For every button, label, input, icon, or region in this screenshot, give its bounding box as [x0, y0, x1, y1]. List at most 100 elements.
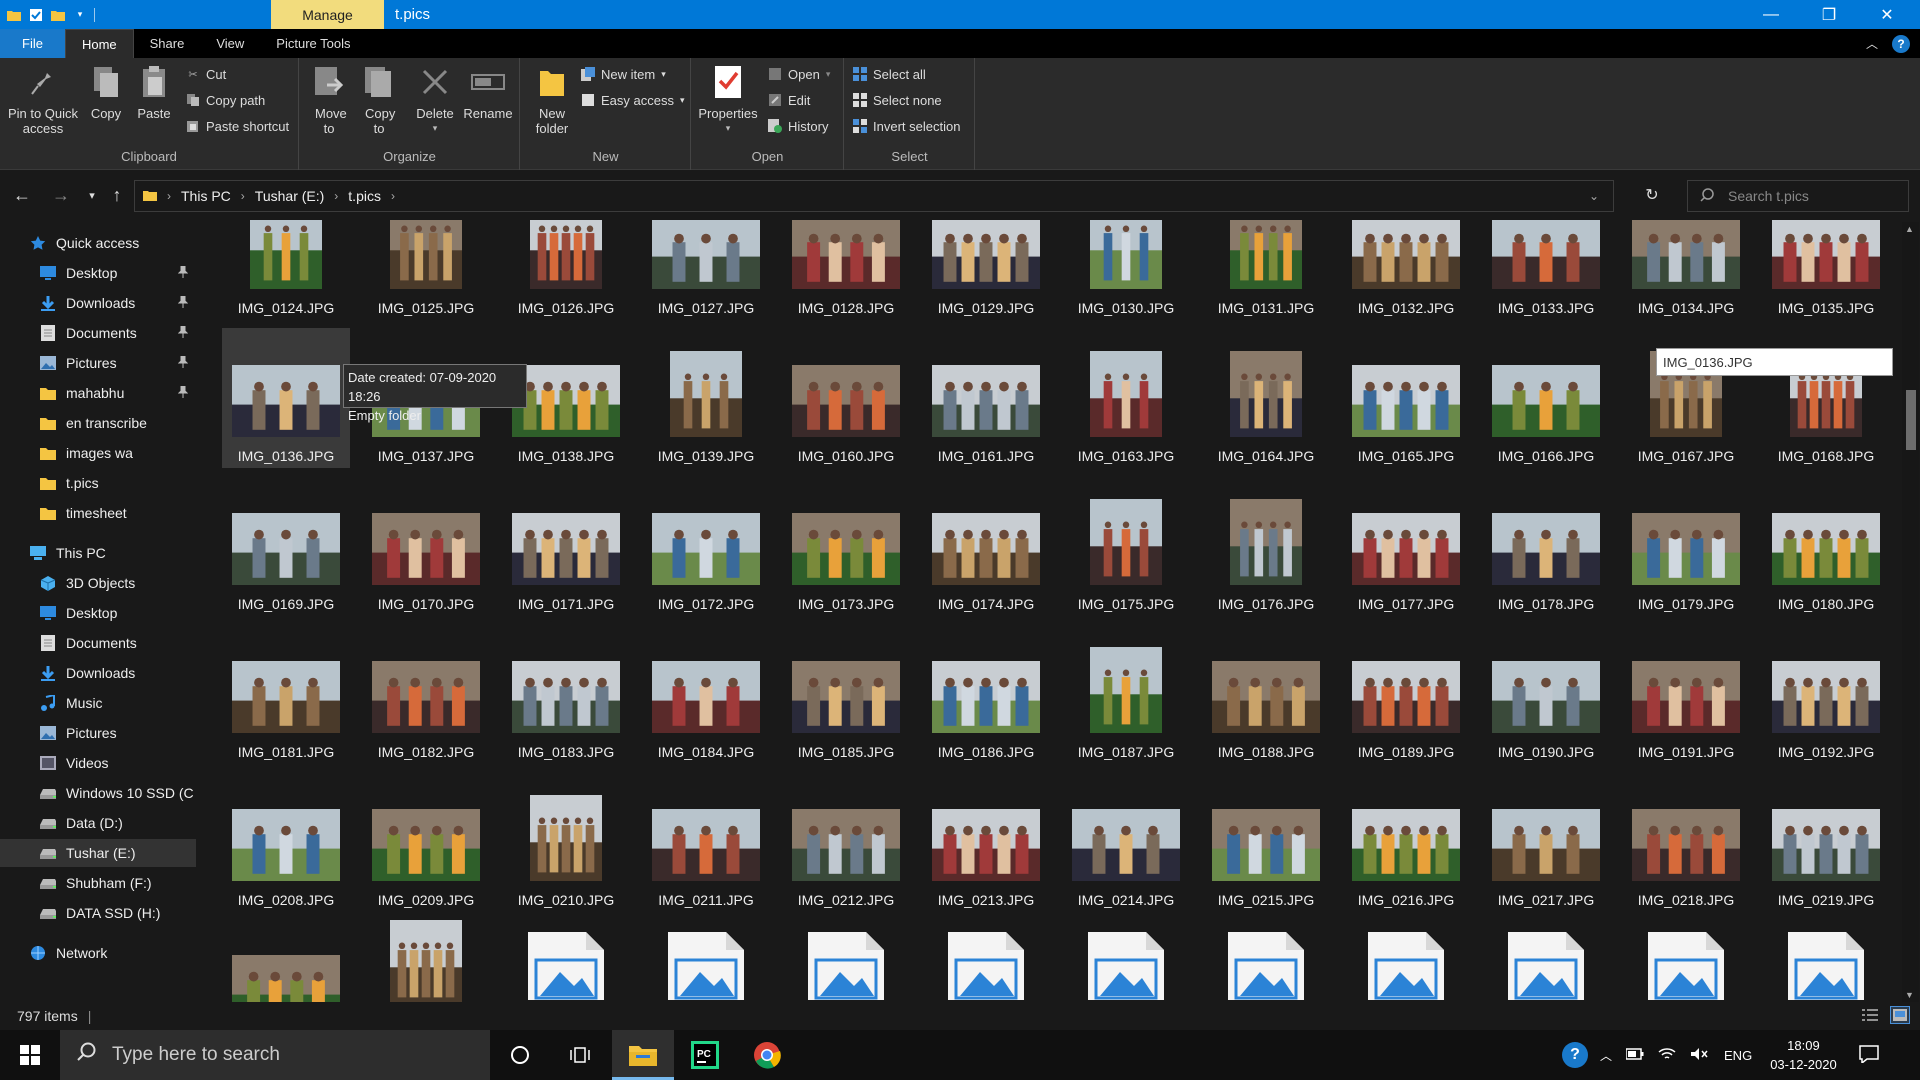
nav-item-music[interactable]: Music [0, 689, 196, 717]
edit-button[interactable]: Edit [768, 90, 810, 110]
file-tile[interactable]: IMG_0187.JPG [1062, 624, 1190, 764]
tab-file[interactable]: File [0, 29, 65, 58]
new-item-button[interactable]: New item ▾ [581, 64, 666, 84]
properties-dropdown-icon[interactable]: ▾ [726, 121, 731, 136]
nav-item-data-d-[interactable]: Data (D:) [0, 809, 196, 837]
nav-item-data-ssd-h-[interactable]: DATA SSD (H:) [0, 899, 196, 927]
file-tile[interactable] [1342, 920, 1470, 1002]
address-bar[interactable]: › This PC › Tushar (E:) › t.pics › ⌄ [134, 180, 1614, 212]
nav-item-en-transcribe[interactable]: en transcribe [0, 409, 196, 437]
tab-home[interactable]: Home [64, 29, 134, 58]
file-tile[interactable]: IMG_0213.JPG [922, 772, 1050, 912]
copy-button[interactable]: Copy [86, 64, 126, 121]
file-tile[interactable] [222, 920, 350, 1002]
file-tile[interactable]: IMG_0170.JPG [362, 476, 490, 616]
nav-item-desktop[interactable]: Desktop [0, 599, 196, 627]
file-tile[interactable]: IMG_0130.JPG [1062, 220, 1190, 320]
file-tile[interactable]: IMG_0124.JPG [222, 220, 350, 320]
nav-item-images-wa[interactable]: images wa [0, 439, 196, 467]
help-icon[interactable]: ? [1892, 34, 1910, 53]
cortana-button[interactable] [498, 1038, 542, 1072]
paste-button[interactable]: Paste [134, 64, 174, 121]
start-button[interactable] [8, 1038, 52, 1072]
up-button[interactable]: ↑ [105, 183, 129, 207]
file-tile[interactable]: IMG_0186.JPG [922, 624, 1050, 764]
file-tile[interactable]: IMG_0166.JPG [1482, 328, 1610, 468]
new-folder-button[interactable]: New folder [529, 64, 575, 136]
properties-button[interactable]: Properties ▾ [698, 64, 758, 136]
nav-item-pictures[interactable]: Pictures [0, 719, 196, 747]
file-tile[interactable] [1762, 920, 1890, 1002]
search-box[interactable]: Search t.pics [1687, 180, 1909, 212]
address-dropdown-icon[interactable]: ⌄ [1589, 189, 1599, 203]
delete-button[interactable]: Delete ▾ [414, 64, 456, 136]
file-tile[interactable]: IMG_0161.JPG [922, 328, 1050, 468]
file-tile[interactable]: IMG_0165.JPG [1342, 328, 1470, 468]
invert-selection-button[interactable]: Invert selection [853, 116, 960, 136]
file-tile[interactable]: IMG_0128.JPG [782, 220, 910, 320]
file-tile[interactable]: IMG_0126.JPG [502, 220, 630, 320]
file-tile[interactable] [1622, 920, 1750, 1002]
scroll-down-icon[interactable]: ▼ [1905, 990, 1914, 1000]
file-tile[interactable]: IMG_0180.JPG [1762, 476, 1890, 616]
nav-item-tushar-e-[interactable]: Tushar (E:) [0, 839, 196, 867]
open-button[interactable]: Open ▾ [768, 64, 830, 84]
file-tile[interactable]: IMG_0176.JPG [1202, 476, 1330, 616]
file-tile[interactable]: IMG_0132.JPG [1342, 220, 1470, 320]
battery-icon[interactable] [1625, 1047, 1644, 1063]
file-tile[interactable]: IMG_0217.JPG [1482, 772, 1610, 912]
tab-view[interactable]: View [200, 29, 260, 58]
file-tile[interactable] [782, 920, 910, 1002]
scrollbar-thumb[interactable] [1906, 390, 1916, 450]
chrome-taskbar-button[interactable] [745, 1038, 789, 1072]
nav-item-timesheet[interactable]: timesheet [0, 499, 196, 527]
file-tile[interactable] [502, 920, 630, 1002]
large-icons-view-icon[interactable] [1890, 1006, 1910, 1024]
nav-item-desktop[interactable]: Desktop [0, 259, 196, 287]
manage-tab[interactable]: Manage [271, 0, 384, 29]
minimize-button[interactable]: — [1742, 0, 1800, 29]
rename-input[interactable]: IMG_0136.JPG [1656, 348, 1893, 376]
scroll-up-icon[interactable]: ▲ [1905, 224, 1914, 234]
file-tile[interactable]: IMG_0125.JPG [362, 220, 490, 320]
recent-locations-button[interactable]: ▾ [80, 183, 104, 207]
history-button[interactable]: History [768, 116, 828, 136]
file-tile[interactable]: IMG_0210.JPG [502, 772, 630, 912]
clock[interactable]: 18:09 03-12-2020 [1770, 1036, 1837, 1074]
new-folder-icon[interactable] [50, 7, 66, 23]
file-tile[interactable]: IMG_0131.JPG [1202, 220, 1330, 320]
breadcrumb-t-pics[interactable]: t.pics [348, 188, 381, 204]
task-view-button[interactable] [558, 1038, 602, 1072]
file-tile[interactable] [922, 920, 1050, 1002]
maximize-button[interactable]: ❐ [1800, 0, 1858, 29]
taskbar-search[interactable]: Type here to search [60, 1030, 490, 1080]
breadcrumb-tushar-drive[interactable]: Tushar (E:) [255, 188, 325, 204]
nav-quick-access[interactable]: Quick access [0, 229, 196, 257]
file-tile[interactable]: IMG_0218.JPG [1622, 772, 1750, 912]
file-tile[interactable]: IMG_0190.JPG [1482, 624, 1610, 764]
file-tile[interactable]: IMG_0129.JPG [922, 220, 1050, 320]
file-tile[interactable]: IMG_0191.JPG [1622, 624, 1750, 764]
move-to-button[interactable]: Move to [308, 64, 350, 136]
file-tile[interactable]: IMG_0216.JPG [1342, 772, 1470, 912]
file-tile[interactable]: IMG_0219.JPG [1762, 772, 1890, 912]
nav-item-downloads[interactable]: Downloads [0, 659, 196, 687]
delete-dropdown-icon[interactable]: ▾ [433, 121, 438, 136]
select-none-button[interactable]: Select none [853, 90, 942, 110]
file-tile[interactable]: IMG_0160.JPG [782, 328, 910, 468]
file-tile[interactable] [642, 920, 770, 1002]
rename-button[interactable]: Rename [462, 64, 514, 121]
file-tile[interactable]: IMG_0164.JPG [1202, 328, 1330, 468]
file-tile[interactable]: IMG_0183.JPG [502, 624, 630, 764]
file-tile[interactable]: IMG_0179.JPG [1622, 476, 1750, 616]
file-tile[interactable] [1202, 920, 1330, 1002]
file-tile[interactable]: IMG_0139.JPG [642, 328, 770, 468]
nav-item-pictures[interactable]: Pictures [0, 349, 196, 377]
file-tile[interactable]: IMG_0181.JPG [222, 624, 350, 764]
nav-item-videos[interactable]: Videos [0, 749, 196, 777]
file-tile[interactable]: IMG_0172.JPG [642, 476, 770, 616]
file-tile[interactable]: IMG_0173.JPG [782, 476, 910, 616]
file-tile[interactable]: IMG_0211.JPG [642, 772, 770, 912]
nav-this-pc[interactable]: This PC [0, 539, 196, 567]
file-tile[interactable]: IMG_0127.JPG [642, 220, 770, 320]
